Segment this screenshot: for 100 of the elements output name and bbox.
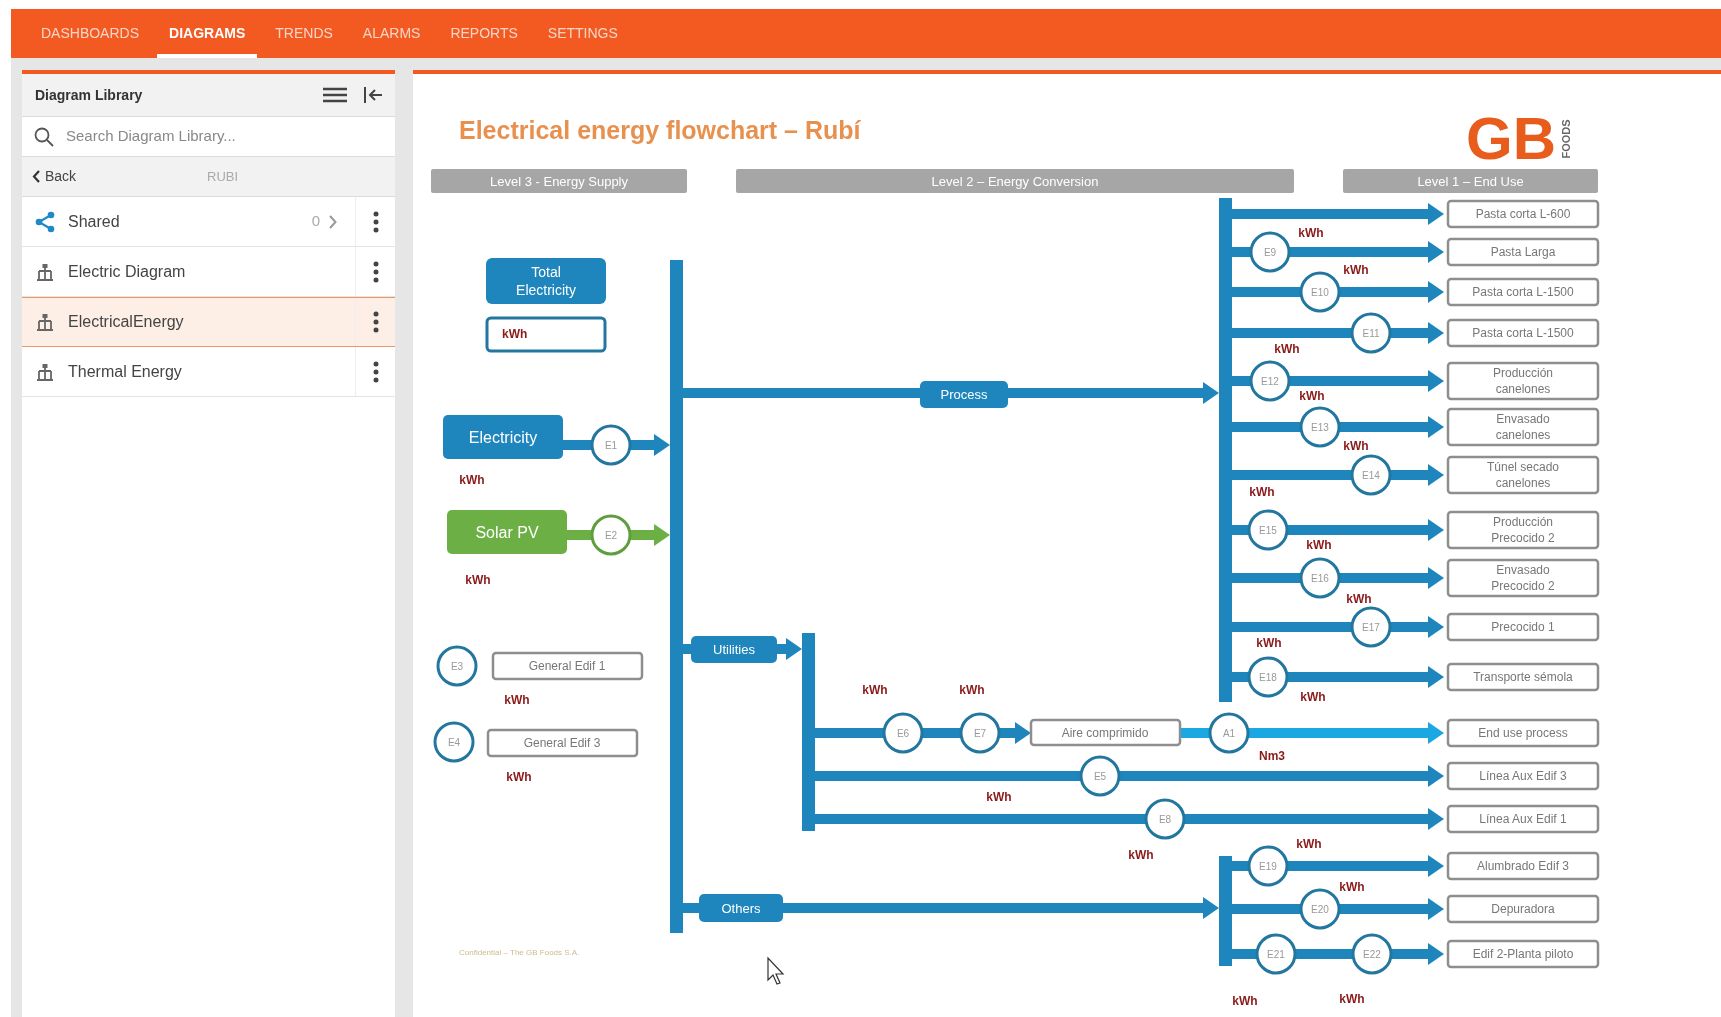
end-use-box: Producción canelones: [1446, 361, 1600, 401]
search-field[interactable]: Search Diagram Library...: [66, 125, 395, 148]
logo-letters: GB: [1466, 104, 1556, 172]
meter-node: E22: [1351, 933, 1393, 975]
library-item[interactable]: Electric Diagram: [22, 247, 395, 297]
chevron-right-icon[interactable]: [328, 214, 337, 229]
nav-tab[interactable]: REPORTS: [438, 9, 530, 58]
level-header: Level 1 – End Use: [1343, 169, 1598, 193]
total-electricity-node: Total Electricity: [486, 258, 606, 304]
end-use-box: Precocido 1: [1446, 612, 1600, 642]
unit-label: kWh: [506, 770, 532, 784]
diagram-title: Electrical energy flowchart – Rubí: [459, 116, 861, 144]
share-icon: [34, 210, 56, 233]
unit-label: kWh: [1296, 837, 1322, 851]
meter-node: E20: [1299, 888, 1341, 930]
meter-node: E15: [1247, 509, 1289, 551]
building-box: General Edif 1: [491, 651, 644, 681]
end-use-box: Producción Precocido 2: [1446, 510, 1600, 550]
nav-tab[interactable]: ALARMS: [350, 9, 433, 58]
item-count: 0: [311, 211, 320, 232]
back-button[interactable]: Back: [32, 166, 207, 187]
end-use-box: Envasado canelones: [1446, 407, 1600, 447]
unit-label: kWh: [862, 683, 888, 697]
meter-node: E7: [959, 712, 1001, 754]
footer-note: Confidential – The GB Foods S.A.: [459, 947, 580, 957]
unit-label: kWh: [1346, 592, 1372, 606]
library-item[interactable]: Shared 0: [22, 197, 395, 247]
flow-label: Solar PV: [447, 510, 567, 554]
item-label: Shared: [68, 211, 121, 232]
unit-label: kWh: [1343, 263, 1369, 277]
hierarchy-icon: [36, 362, 54, 381]
end-use-box: Envasado Precocido 2: [1446, 558, 1600, 598]
unit-label: kWh: [459, 473, 485, 487]
meter-node: E13: [1299, 406, 1341, 448]
end-use-box: Edif 2-Planta piloto: [1446, 939, 1600, 969]
meter-node: E21: [1255, 933, 1297, 975]
logo-subtitle: FOODS: [1560, 119, 1572, 159]
total-reading-box: kWh: [485, 316, 607, 353]
folder-name: RUBI: [207, 167, 239, 186]
meter-node: E1: [590, 424, 632, 466]
meter-node: E6: [882, 712, 924, 754]
meter-node: E9: [1249, 231, 1291, 273]
collapse-panel-icon[interactable]: [363, 86, 383, 104]
nav-tab[interactable]: TRENDS: [263, 9, 345, 58]
item-label: Electric Diagram: [68, 261, 187, 282]
nav-tab[interactable]: SETTINGS: [535, 9, 630, 58]
level-header: Level 2 – Energy Conversion: [736, 169, 1294, 193]
end-use-box: End use process: [1446, 718, 1600, 748]
chevron-left-icon: [32, 170, 41, 183]
meter-node: E4: [433, 721, 475, 763]
process-box: Aire comprimido: [1029, 718, 1182, 747]
menu-icon[interactable]: [323, 87, 347, 103]
nav-tab[interactable]: DASHBOARDS: [29, 9, 152, 58]
end-use-box: Pasta corta L-600: [1446, 199, 1600, 229]
meter-node: E8: [1144, 798, 1186, 840]
flow-label: Electricity: [443, 415, 563, 459]
unit-label: kWh: [1298, 226, 1324, 240]
meter-node: E2: [590, 514, 632, 556]
building-box: General Edif 3: [486, 728, 639, 758]
library-item[interactable]: ElectricalEnergy: [22, 297, 395, 347]
flow-label: Others: [699, 894, 783, 922]
mouse-pointer-icon: [767, 956, 785, 985]
search-icon: [34, 126, 54, 147]
flow-label: Process: [920, 381, 1008, 408]
meter-node: E17: [1350, 606, 1392, 648]
unit-label: kWh: [1339, 880, 1365, 894]
more-options-icon[interactable]: [372, 311, 379, 333]
meter-node: E16: [1299, 557, 1341, 599]
unit-label: kWh: [1299, 389, 1325, 403]
unit-label: kWh: [1300, 690, 1326, 704]
end-use-box: Depuradora: [1446, 894, 1600, 924]
library-item[interactable]: Thermal Energy: [22, 347, 395, 397]
end-use-box: Túnel secado canelones: [1446, 455, 1600, 495]
flow-label: Utilities: [691, 636, 777, 663]
meter-node: E14: [1350, 454, 1392, 496]
unit-label: kWh: [465, 573, 491, 587]
unit-label: kWh: [1339, 992, 1365, 1006]
unit-label: kWh: [1306, 538, 1332, 552]
meter-node: E19: [1247, 845, 1289, 887]
item-label: Thermal Energy: [68, 361, 183, 382]
unit-label: kWh: [1249, 485, 1275, 499]
unit-label: kWh: [1128, 848, 1154, 862]
end-use-box: Línea Aux Edif 1: [1446, 804, 1600, 834]
unit-label: kWh: [986, 790, 1012, 804]
meter-node: E11: [1350, 312, 1392, 354]
end-use-box: Transporte sémola: [1446, 662, 1600, 692]
meter-node: E18: [1247, 656, 1289, 698]
unit-label: kWh: [1256, 636, 1282, 650]
end-use-box: Pasta corta L-1500: [1446, 277, 1600, 307]
unit-label: Nm3: [1259, 749, 1285, 763]
end-use-box: Línea Aux Edif 3: [1446, 761, 1600, 791]
meter-node: E3: [436, 645, 478, 687]
item-label: ElectricalEnergy: [68, 312, 185, 332]
more-options-icon[interactable]: [372, 360, 379, 383]
more-options-icon[interactable]: [372, 210, 379, 233]
meter-node: E5: [1079, 755, 1121, 797]
panel-title: Diagram Library: [35, 85, 144, 105]
more-options-icon[interactable]: [372, 260, 379, 283]
unit-label: kWh: [504, 693, 530, 707]
unit-label: kWh: [1343, 439, 1369, 453]
